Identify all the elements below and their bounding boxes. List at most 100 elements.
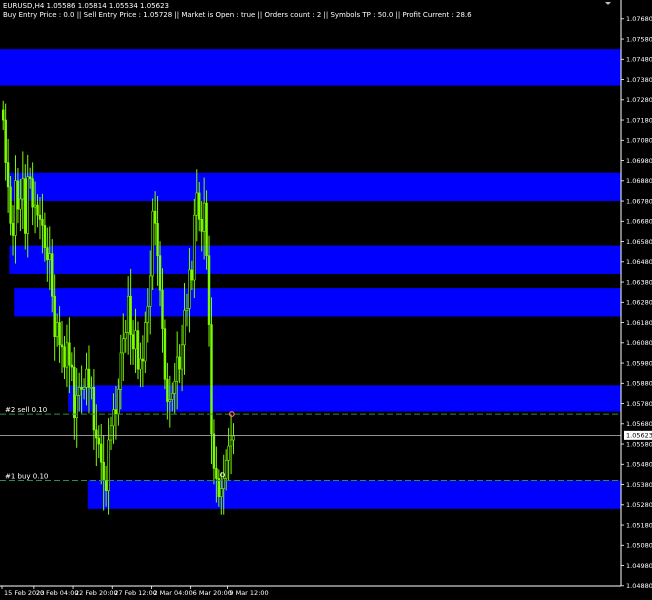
- price-tick-label: 1.06480: [626, 258, 652, 266]
- candle-body: [58, 322, 61, 346]
- price-tick-label: 1.05780: [626, 400, 652, 408]
- symbol-info: EURUSD,H4 1.05586 1.05814 1.05534 1.0562…: [3, 2, 169, 10]
- candle-body: [6, 162, 10, 188]
- candle-body: [107, 439, 110, 491]
- candle-body: [19, 198, 22, 210]
- candle-body: [161, 289, 164, 329]
- candle-body: [100, 443, 103, 463]
- candle-body: [68, 342, 71, 366]
- price-tick-label: 1.05180: [626, 521, 652, 529]
- candle-body: [163, 328, 167, 380]
- zone-rect-5: [68, 385, 621, 412]
- price-chart[interactable]: #2 sell 0.10 #1 buy 0.10 1.07680 1.07580 1.…: [0, 0, 652, 600]
- candle-body: [134, 330, 137, 350]
- current-price-tag: 1.05623: [626, 432, 652, 440]
- candle-body: [24, 178, 27, 234]
- price-tick-label: 1.06380: [626, 278, 652, 286]
- candle-body: [217, 478, 221, 498]
- price-tick-label: 1.05080: [626, 542, 652, 550]
- candle-body: [180, 344, 184, 370]
- price-tick-label: 1.06080: [626, 339, 652, 347]
- candle-body: [65, 342, 69, 368]
- candle-body: [190, 269, 194, 281]
- order-label-1: #2 sell 0.10: [5, 406, 47, 414]
- candle-body: [136, 330, 140, 370]
- candle-body: [229, 439, 233, 447]
- price-tick-label: 1.06580: [626, 238, 652, 246]
- candle-body: [28, 176, 32, 180]
- candle-body: [102, 461, 105, 481]
- candle-body: [16, 180, 20, 210]
- candle-body: [14, 180, 17, 236]
- candle-body: [198, 192, 201, 220]
- price-tick-label: 1.05880: [626, 380, 652, 388]
- candle-body: [220, 488, 223, 498]
- candle-body: [55, 322, 59, 338]
- candle-body: [43, 225, 47, 248]
- candle-body: [85, 368, 88, 388]
- price-tick-label: 1.07580: [626, 35, 652, 43]
- price-tick-label: 1.05380: [626, 481, 652, 489]
- candle-body: [171, 393, 174, 400]
- time-tick-label: 6 Mar 20:00: [193, 589, 232, 597]
- price-tick-label: 1.05980: [626, 359, 652, 367]
- candle-body: [227, 445, 230, 461]
- candle-body: [112, 409, 115, 427]
- candle-body: [124, 332, 127, 340]
- price-tick-label: 1.05280: [626, 501, 652, 509]
- order-label-2: #1 buy 0.10: [5, 473, 48, 481]
- price-tick-label: 1.07480: [626, 56, 652, 64]
- candle-body: [73, 366, 76, 419]
- candle-body: [202, 202, 206, 232]
- price-tick-label: 1.07680: [626, 15, 652, 23]
- candle-body: [70, 364, 74, 368]
- candle-body: [46, 247, 49, 261]
- candle-body: [153, 210, 157, 224]
- price-tick-label: 1.06980: [626, 157, 652, 165]
- zone-rect-4: [14, 288, 621, 317]
- candle-body: [9, 186, 12, 224]
- candle-body: [26, 176, 29, 234]
- candle-body: [53, 295, 56, 338]
- candle-body: [131, 334, 135, 350]
- zone-rect-6: [87, 480, 621, 509]
- candle-body: [193, 214, 196, 281]
- price-tick-label: 1.04980: [626, 562, 652, 570]
- zone-rect-3: [9, 245, 622, 274]
- candle-body: [139, 358, 142, 370]
- price-tick-label: 1.05680: [626, 420, 652, 428]
- candle-body: [1, 109, 5, 121]
- candle-body: [178, 356, 181, 370]
- candle-body: [158, 255, 162, 291]
- price-tick-label: 1.06780: [626, 197, 652, 205]
- candle-body: [224, 459, 228, 479]
- candle-body: [210, 324, 213, 435]
- price-tick-label: 1.07180: [626, 116, 652, 124]
- candle-body: [183, 310, 186, 346]
- price-tick-label: 1.07080: [626, 137, 652, 145]
- candle-body: [90, 387, 93, 389]
- candle-body: [212, 433, 216, 469]
- candle-body: [146, 306, 150, 323]
- candle-body: [50, 253, 54, 297]
- candle-body: [205, 202, 208, 257]
- candle-body: [48, 253, 51, 261]
- candle-body: [33, 204, 37, 208]
- candle-body: [149, 275, 152, 307]
- candle-body: [104, 480, 108, 491]
- price-tick-label: 1.07280: [626, 96, 652, 104]
- price-tick-label: 1.06280: [626, 299, 652, 307]
- candle-body: [188, 269, 191, 309]
- candle-body: [119, 352, 123, 390]
- candle-body: [175, 356, 179, 382]
- candle-body: [92, 387, 96, 431]
- zone-rect-1: [0, 49, 621, 86]
- price-tick-label: 1.07380: [626, 76, 652, 84]
- candle-body: [166, 378, 169, 402]
- candle-body: [11, 223, 15, 236]
- candle-body: [117, 389, 120, 414]
- candle-body: [41, 218, 44, 226]
- candle-body: [21, 178, 25, 200]
- candle-body: [80, 387, 83, 390]
- price-tick-label: 1.06880: [626, 177, 652, 185]
